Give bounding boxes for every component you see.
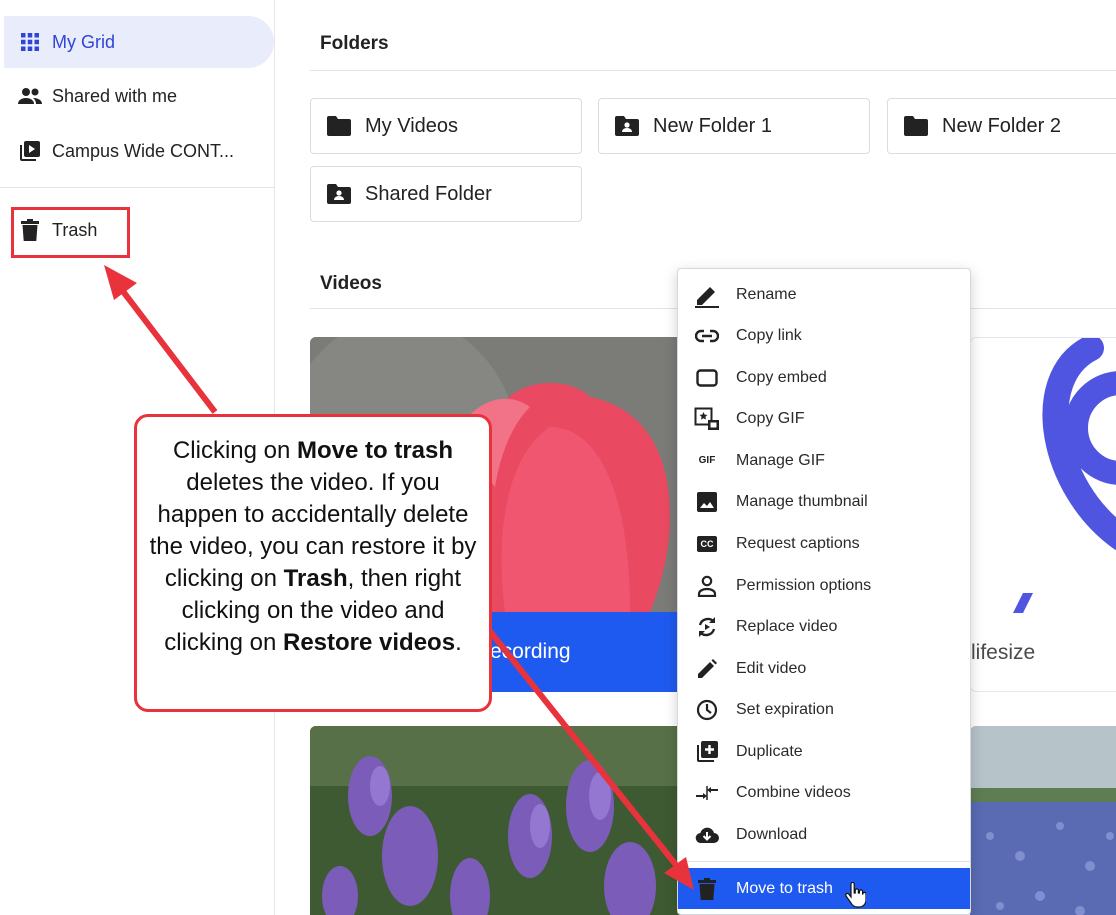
menu-item-permission-options[interactable]: Permission options — [678, 565, 970, 606]
embed-icon — [694, 365, 720, 391]
person-icon — [694, 573, 720, 599]
link-icon — [694, 323, 720, 349]
folder-new-folder-1[interactable]: New Folder 1 — [598, 98, 870, 154]
video-title: lifesize — [971, 641, 1036, 664]
menu-item-duplicate[interactable]: Duplicate — [678, 731, 970, 772]
menu-item-copy-embed[interactable]: Copy embed — [678, 357, 970, 398]
folder-label: Shared Folder — [365, 182, 492, 205]
duplicate-icon — [694, 739, 720, 765]
sidebar-divider — [0, 187, 275, 188]
combine-icon — [694, 780, 720, 806]
menu-item-label: Request captions — [736, 534, 860, 552]
hand-cursor-icon — [844, 881, 867, 913]
people-icon — [16, 82, 44, 110]
folders-divider — [310, 70, 1116, 71]
clock-icon — [694, 697, 720, 723]
cc-badge: CC — [697, 535, 717, 552]
menu-item-label: Rename — [736, 285, 797, 303]
menu-item-manage-gif[interactable]: GIF Manage GIF — [678, 440, 970, 481]
sidebar-item-label: Shared with me — [52, 85, 178, 106]
shared-folder-icon — [327, 183, 351, 205]
replace-icon — [694, 614, 720, 640]
callout-bold-move-to-trash: Move to trash — [297, 437, 454, 464]
edit-icon — [694, 656, 720, 682]
videos-section-title: Videos — [320, 273, 382, 294]
sidebar-item-shared-with-me[interactable]: Shared with me — [4, 70, 274, 122]
menu-item-copy-gif[interactable]: Copy GIF — [678, 398, 970, 439]
video-thumbnail-lavender — [310, 726, 690, 915]
folder-icon — [327, 115, 351, 137]
menu-item-edit-video[interactable]: Edit video — [678, 648, 970, 689]
video-card-bluebonnets[interactable] — [970, 726, 1116, 915]
trash-highlight-box — [11, 207, 130, 258]
video-title: ecording — [490, 640, 571, 663]
folder-shared-folder[interactable]: Shared Folder — [310, 166, 582, 222]
sidebar-item-my-grid[interactable]: My Grid — [4, 16, 274, 68]
folder-my-videos[interactable]: My Videos — [310, 98, 582, 154]
folders-section-title: Folders — [320, 33, 389, 54]
gif-icon: GIF — [698, 455, 716, 466]
menu-separator — [678, 861, 970, 862]
video-library-icon — [16, 137, 44, 165]
menu-item-label: Duplicate — [736, 742, 803, 760]
image-icon — [694, 489, 720, 515]
callout-bold-restore-videos: Restore videos — [282, 629, 456, 656]
video-card-lifesize[interactable]: lifesize — [970, 337, 1116, 692]
menu-item-label: Edit video — [736, 659, 807, 677]
menu-item-label: Combine videos — [736, 783, 851, 801]
menu-item-move-to-trash[interactable]: Move to trash — [678, 868, 970, 909]
sidebar-item-campus-wide[interactable]: Campus Wide CONT... — [4, 125, 274, 177]
folder-label: My Videos — [365, 114, 459, 137]
menu-item-label: Copy embed — [736, 368, 827, 386]
pencil-icon — [694, 282, 720, 308]
menu-item-label: Manage thumbnail — [736, 492, 868, 510]
grid-icon — [16, 28, 44, 56]
menu-item-replace-video[interactable]: Replace video — [678, 606, 970, 647]
menu-item-request-captions[interactable]: CC Request captions — [678, 523, 970, 564]
sidebar-item-label: My Grid — [52, 31, 115, 52]
menu-item-label: Set expiration — [736, 700, 834, 718]
callout-text: Clicking on — [172, 437, 298, 464]
menu-item-download[interactable]: Download — [678, 814, 970, 855]
menu-item-label: Download — [736, 825, 808, 843]
menu-item-label: Permission options — [736, 576, 872, 594]
folder-label: New Folder 2 — [942, 114, 1061, 137]
menu-item-label: Copy GIF — [736, 409, 805, 427]
menu-item-rename[interactable]: Rename — [678, 274, 970, 315]
folder-label: New Folder 1 — [653, 114, 772, 137]
annotation-callout: Clicking on Move to trash deletes the vi… — [134, 414, 492, 712]
closed-caption-icon: CC — [694, 531, 720, 557]
menu-item-set-expiration[interactable]: Set expiration — [678, 689, 970, 730]
menu-item-label: Replace video — [736, 617, 838, 635]
callout-text: . — [455, 629, 462, 656]
folder-new-folder-2[interactable]: New Folder 2 — [887, 98, 1116, 154]
folder-icon — [904, 115, 928, 137]
callout-bold-trash: Trash — [283, 565, 348, 592]
video-thumbnail-bluebonnets — [970, 726, 1116, 915]
trash-icon — [694, 876, 720, 902]
shared-folder-icon — [615, 115, 639, 137]
sidebar-item-label: Campus Wide CONT... — [52, 140, 235, 161]
lifesize-logo-graphic — [1013, 338, 1116, 613]
video-card-lavender[interactable] — [310, 726, 690, 915]
menu-item-copy-link[interactable]: Copy link — [678, 315, 970, 356]
menu-item-manage-thumbnail[interactable]: Manage thumbnail — [678, 481, 970, 522]
download-cloud-icon — [694, 822, 720, 848]
gif-copy-icon — [694, 406, 720, 432]
menu-item-combine-videos[interactable]: Combine videos — [678, 772, 970, 813]
menu-item-label: Manage GIF — [736, 451, 825, 469]
menu-item-label: Copy link — [736, 326, 802, 344]
video-context-menu: Rename Copy link Copy embed Copy GIF GIF… — [677, 268, 971, 915]
menu-item-label: Move to trash — [736, 879, 833, 897]
